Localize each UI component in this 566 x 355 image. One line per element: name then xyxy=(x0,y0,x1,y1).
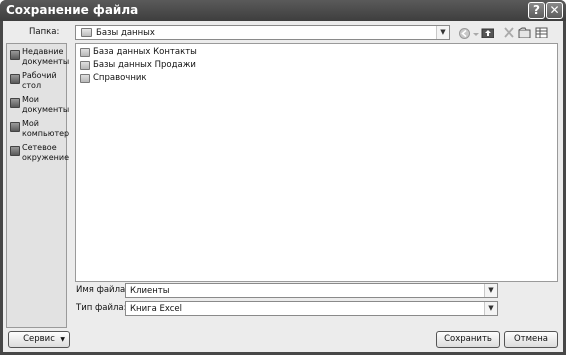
chevron-down-icon[interactable]: ▼ xyxy=(436,26,449,39)
save-button[interactable]: Сохранить xyxy=(436,331,500,348)
help-button[interactable]: ? xyxy=(528,2,545,19)
window-title: Сохранение файла xyxy=(6,3,139,17)
folder-icon xyxy=(80,48,90,57)
folder-combo[interactable]: Базы данных ▼ xyxy=(75,25,450,40)
back-icon[interactable] xyxy=(458,27,471,39)
my-computer-icon xyxy=(10,122,20,132)
places-bar: Недавние документы Рабочий стол Мои доку… xyxy=(6,43,70,328)
filetype-label: Тип файла: xyxy=(76,303,127,313)
up-folder-icon[interactable] xyxy=(481,26,494,38)
file-name: Справочник xyxy=(93,73,147,83)
chevron-down-icon[interactable]: ▼ xyxy=(484,284,497,297)
network-icon xyxy=(10,146,20,156)
folder-icon xyxy=(80,61,90,70)
filename-label: Имя файла: xyxy=(76,285,129,295)
close-button[interactable]: ✕ xyxy=(546,2,563,19)
save-file-dialog: Сохранение файла ? ✕ Папка: Базы данных … xyxy=(0,0,566,355)
folder-icon xyxy=(81,28,92,37)
dialog-client-area: Папка: Базы данных ▼ Недавние документы … xyxy=(3,21,563,352)
file-name: База данных Контакты xyxy=(93,47,197,57)
filetype-value: Книга Excel xyxy=(130,303,183,314)
service-button-label: Сервис xyxy=(23,334,55,344)
service-button[interactable]: Сервис ▼ xyxy=(8,331,70,348)
place-label: Рабочий стол xyxy=(22,71,57,90)
new-folder-icon[interactable] xyxy=(518,26,531,38)
folder-combo-value: Базы данных xyxy=(96,27,155,38)
folder-icon xyxy=(80,74,90,83)
title-bar[interactable]: Сохранение файла ? ✕ xyxy=(0,0,566,21)
place-network[interactable]: Сетевое окружение xyxy=(7,142,70,172)
file-name: Базы данных Продажи xyxy=(93,60,196,70)
file-list[interactable]: База данных Контакты Базы данных Продажи… xyxy=(75,43,558,282)
place-label: Недавние документы xyxy=(22,47,70,66)
recent-docs-icon xyxy=(10,50,20,60)
folder-label: Папка: xyxy=(29,27,60,37)
my-documents-icon xyxy=(10,98,20,108)
place-label: Сетевое окружение xyxy=(22,143,70,162)
delete-icon[interactable] xyxy=(503,26,516,38)
chevron-down-icon[interactable]: ▼ xyxy=(484,302,497,315)
cancel-button[interactable]: Отмена xyxy=(504,331,558,348)
views-icon[interactable] xyxy=(535,26,548,38)
filetype-select[interactable]: Книга Excel ▼ xyxy=(125,301,498,316)
place-label: Мои документы xyxy=(22,95,70,114)
place-label: Мой компьютер xyxy=(22,119,70,138)
chevron-down-icon: ▼ xyxy=(60,336,65,343)
filename-input[interactable]: Клиенты ▼ xyxy=(125,283,498,298)
desktop-icon xyxy=(10,74,20,84)
filename-value: Клиенты xyxy=(130,285,170,296)
